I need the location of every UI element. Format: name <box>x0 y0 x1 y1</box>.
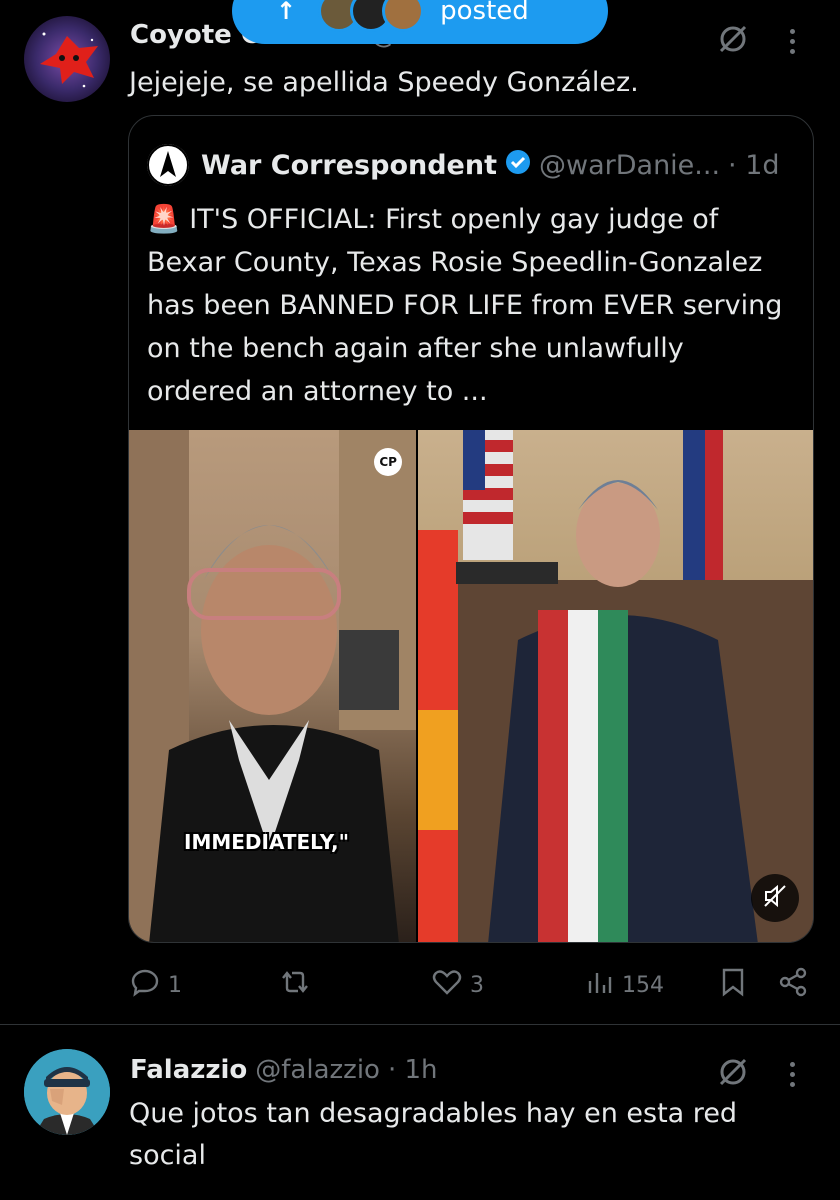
more-icon[interactable] <box>790 1061 795 1087</box>
media-caption: IMMEDIATELY," <box>184 830 349 854</box>
avatar[interactable] <box>24 1049 110 1135</box>
display-name[interactable]: Falazzio <box>130 1055 247 1085</box>
tweet-time: · 1h <box>387 1055 438 1085</box>
new-posts-pill[interactable]: ↑ posted <box>232 0 608 44</box>
mute-icon <box>762 883 788 913</box>
handle[interactable]: @falazzio <box>255 1055 380 1085</box>
repost-button[interactable] <box>278 967 320 1003</box>
views-icon <box>586 967 614 1003</box>
quote-text: 🚨 IT'S OFFICIAL: First openly gay judge … <box>147 204 783 407</box>
pill-avatar <box>382 0 425 32</box>
reply-button[interactable]: 1 <box>130 967 182 1003</box>
views-count: 154 <box>622 972 664 998</box>
tweet-menu <box>716 22 795 60</box>
share-button[interactable] <box>778 967 808 1003</box>
verified-icon <box>505 149 531 182</box>
bookmark-icon <box>720 967 746 1003</box>
tweet-menu <box>716 1055 795 1093</box>
mute-button[interactable] <box>751 874 799 922</box>
arrow-up-icon: ↑ <box>276 0 297 25</box>
like-button[interactable]: 3 <box>432 967 484 1003</box>
views-button[interactable]: 154 <box>586 967 664 1003</box>
reply-count: 1 <box>168 972 182 998</box>
quote-time: · 1d <box>728 149 780 181</box>
quoted-tweet[interactable]: War Correspondent @warDanie... · 1d 🚨 IT… <box>128 115 814 943</box>
reply-icon <box>130 967 160 1003</box>
tweet-text: Que jotos tan desagradables hay en esta … <box>129 1098 738 1171</box>
quote-avatar[interactable] <box>147 144 189 186</box>
tweet-header: Falazzio @falazzio · 1h <box>130 1055 438 1085</box>
repost-icon <box>278 967 312 1003</box>
grok-icon[interactable] <box>716 22 750 60</box>
quote-display-name[interactable]: War Correspondent <box>201 150 497 181</box>
like-count: 3 <box>470 972 484 998</box>
tweet-text: Jejejeje, se apellida Speedy González. <box>129 67 639 98</box>
quote-header: War Correspondent @warDanie... · 1d <box>147 144 780 186</box>
new-posts-label: posted <box>440 0 529 26</box>
media-image-left[interactable]: CP IMMEDIATELY," <box>129 430 417 942</box>
more-icon[interactable] <box>790 28 795 54</box>
tweet-actions: 1 3 154 <box>128 962 818 1008</box>
tweet[interactable]: Falazzio @falazzio · 1h Que jotos tan de… <box>0 1025 840 1200</box>
grok-icon[interactable] <box>716 1055 750 1093</box>
bookmark-button[interactable] <box>720 967 746 1003</box>
share-icon <box>778 967 808 1003</box>
avatar[interactable] <box>24 16 110 102</box>
quote-handle[interactable]: @warDanie... <box>539 150 720 181</box>
like-icon <box>432 967 462 1003</box>
tweet[interactable]: Coyote Cósmico @CORSE Jejejeje, se apell… <box>0 0 840 1024</box>
media-image-right[interactable] <box>418 430 813 942</box>
quote-media[interactable]: CP IMMEDIATELY," <box>129 430 813 942</box>
media-badge: CP <box>374 448 403 476</box>
